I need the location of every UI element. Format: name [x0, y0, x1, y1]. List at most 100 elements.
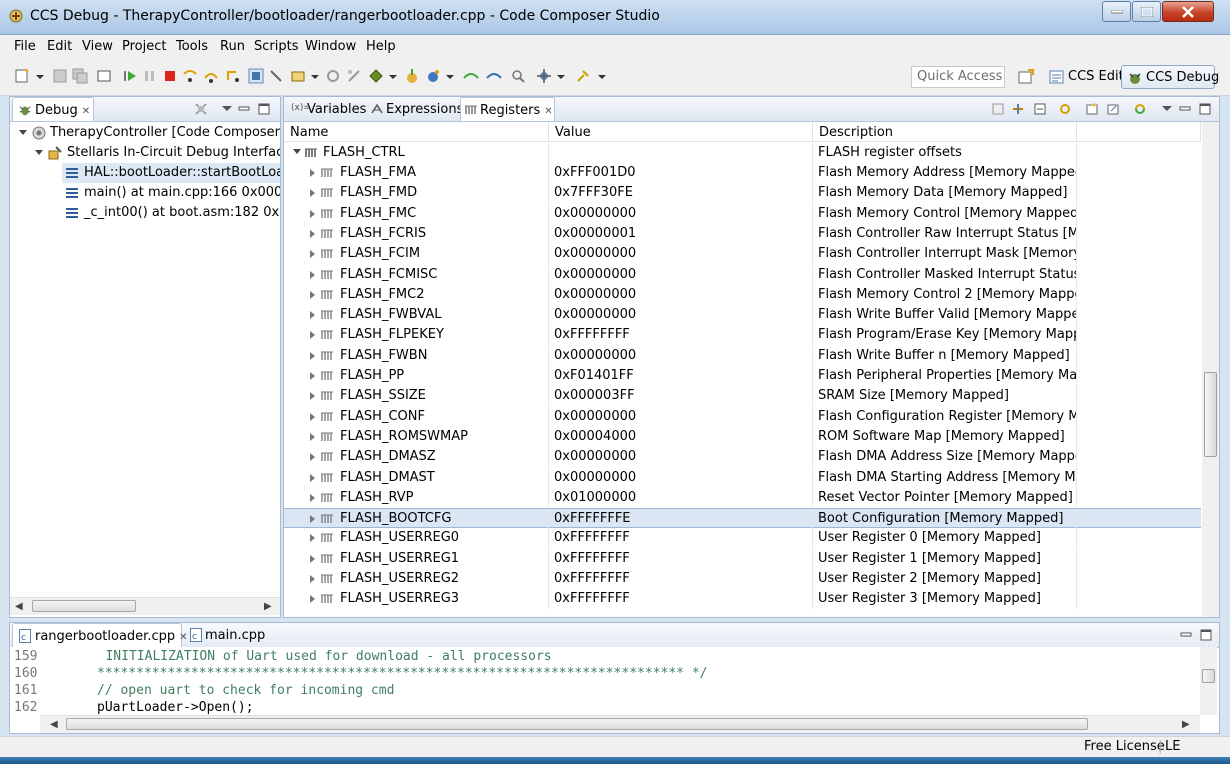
- expand-arrow-icon[interactable]: [310, 270, 315, 279]
- expand-arrow-icon[interactable]: [310, 534, 315, 543]
- register-value[interactable]: 0x00000000: [554, 287, 809, 302]
- expand-arrow-icon[interactable]: [310, 473, 315, 482]
- sync-icon[interactable]: [1134, 103, 1146, 115]
- menu-file[interactable]: File: [14, 39, 36, 54]
- scroll-right-icon[interactable]: ▶: [264, 601, 272, 612]
- restore-icon[interactable]: [96, 68, 112, 84]
- scroll-thumb[interactable]: [32, 600, 136, 612]
- register-row[interactable]: FLASH_FMD 0x7FFF30FE Flash Memory Data [Me…: [284, 183, 1201, 204]
- register-row[interactable]: FLASH_FMC 0x00000000 Flash Memory Control …: [284, 203, 1201, 224]
- register-row[interactable]: FLASH_PP 0xF01401FF Flash Peripheral Prope…: [284, 366, 1201, 386]
- register-value[interactable]: 0x00000000: [554, 409, 809, 424]
- tree-item-project[interactable]: TherapyController [Code Composer Stu: [10, 123, 280, 143]
- menu-help[interactable]: Help: [366, 39, 396, 54]
- disconnect-icon[interactable]: [346, 68, 362, 84]
- expand-arrow-icon[interactable]: [310, 493, 315, 502]
- new-dropdown-icon[interactable]: [36, 75, 44, 79]
- register-value[interactable]: 0x00000000: [554, 267, 809, 282]
- tab-debug[interactable]: Debug ✕: [12, 97, 94, 121]
- export-icon[interactable]: [1107, 103, 1119, 115]
- new-group-icon[interactable]: [1086, 103, 1098, 115]
- register-row[interactable]: FLASH_CONF 0x00000000 Flash Configuration …: [284, 406, 1201, 427]
- register-row[interactable]: FLASH_FWBVAL 0x00000000 Flash Write Buffer…: [284, 305, 1201, 326]
- number-format-icon[interactable]: [1012, 103, 1024, 115]
- register-row[interactable]: FLASH_USERREG0 0xFFFFFFFF User Register 0 …: [284, 528, 1201, 549]
- view-menu-icon[interactable]: [1162, 106, 1172, 111]
- terminate-icon[interactable]: [162, 68, 178, 84]
- menu-project[interactable]: Project: [122, 39, 166, 54]
- register-row[interactable]: FLASH_FLPEKEY 0xFFFFFFFF Flash Program/Era…: [284, 325, 1201, 346]
- expand-arrow-icon[interactable]: [310, 412, 315, 421]
- debug-launch-icon[interactable]: [425, 68, 441, 84]
- scroll-left-icon[interactable]: ◀: [50, 719, 58, 730]
- register-row[interactable]: FLASH_FCRIS 0x00000001 Flash Controller Ra…: [284, 223, 1201, 244]
- minimize-view-icon[interactable]: [1179, 103, 1191, 115]
- register-row[interactable]: FLASH_BOOTCFG 0xFFFFFFFE Boot Configuratio…: [284, 508, 1201, 530]
- expand-arrow-icon[interactable]: [310, 250, 315, 259]
- editor-vertical-scrollbar[interactable]: [1200, 647, 1217, 715]
- register-value[interactable]: 0x00000000: [554, 449, 809, 464]
- register-row[interactable]: FLASH_DMAST 0x00000000 Flash DMA Starting …: [284, 467, 1201, 488]
- register-value[interactable]: 0xFFFFFFFF: [554, 530, 809, 545]
- expand-arrow-icon[interactable]: [310, 189, 315, 198]
- save-all-icon[interactable]: [72, 68, 88, 84]
- expand-arrow-icon[interactable]: [310, 595, 315, 604]
- column-header-value[interactable]: Value: [549, 122, 813, 142]
- expand-arrow-icon[interactable]: [310, 290, 315, 299]
- scroll-thumb[interactable]: [66, 718, 1088, 730]
- remove-terminated-icon[interactable]: [195, 103, 207, 115]
- view-menu-icon[interactable]: [222, 106, 232, 111]
- run-to-line-icon[interactable]: [463, 68, 479, 84]
- save-icon[interactable]: [52, 68, 68, 84]
- expand-arrow-icon[interactable]: [310, 453, 315, 462]
- expand-arrow-icon[interactable]: [310, 209, 315, 218]
- expand-arrow-icon[interactable]: [293, 149, 301, 154]
- menu-scripts[interactable]: Scripts: [254, 39, 298, 54]
- scroll-thumb[interactable]: [1204, 372, 1217, 457]
- minimize-view-icon[interactable]: [238, 103, 250, 115]
- register-row[interactable]: FLASH_SSIZE 0x000003FF SRAM Size [Memory M…: [284, 386, 1201, 407]
- expand-arrow-icon[interactable]: [310, 515, 315, 524]
- load-dropdown-icon[interactable]: [389, 75, 397, 79]
- registers-vertical-scrollbar[interactable]: [1202, 122, 1219, 617]
- scroll-right-icon[interactable]: ▶: [1182, 719, 1190, 730]
- register-value[interactable]: 0xFFF001D0: [554, 165, 809, 180]
- register-value[interactable]: 0x00000000: [554, 206, 809, 221]
- register-value[interactable]: 0x00000000: [554, 348, 809, 363]
- menu-view[interactable]: View: [82, 39, 113, 54]
- perspective-ccs-edit[interactable]: CCS Edit: [1044, 65, 1124, 89]
- pin-icon[interactable]: [575, 68, 591, 84]
- step-into-icon[interactable]: [182, 68, 198, 84]
- scroll-thumb[interactable]: [1202, 669, 1215, 683]
- collapse-icon[interactable]: [1034, 103, 1046, 115]
- minimize-view-icon[interactable]: [1180, 629, 1192, 641]
- register-row[interactable]: FLASH_FWBN 0x00000000 Flash Write Buffer n…: [284, 345, 1201, 366]
- tab-expressions[interactable]: Expressions: [368, 97, 463, 121]
- tree-item-stack-frame-2[interactable]: _c_int00() at boot.asm:182 0x0003: [62, 203, 280, 223]
- register-row[interactable]: FLASH_DMASZ 0x00000000 Flash DMA Address S…: [284, 447, 1201, 468]
- step-over-icon[interactable]: [203, 68, 219, 84]
- register-row[interactable]: FLASH_FMC2 0x00000000 Flash Memory Control…: [284, 284, 1201, 305]
- register-value[interactable]: 0x00000001: [554, 226, 809, 241]
- register-row[interactable]: FLASH_ROMSWMAP 0x00004000 ROM Software Map…: [284, 426, 1201, 447]
- debug-config-icon[interactable]: [536, 68, 552, 84]
- search-icon[interactable]: [510, 68, 526, 84]
- pin-dropdown-icon[interactable]: [598, 75, 606, 79]
- register-value[interactable]: 0xFFFFFFFF: [554, 571, 809, 586]
- expand-arrow-icon[interactable]: [35, 150, 43, 155]
- reset-dropdown-icon[interactable]: [311, 75, 319, 79]
- minimize-button[interactable]: [1102, 1, 1131, 22]
- code-area[interactable]: 159 INITIALIZATION of Uart used for down…: [10, 647, 1200, 715]
- tab-main-cpp[interactable]: c main.cpp: [185, 623, 275, 647]
- expand-arrow-icon[interactable]: [310, 432, 315, 441]
- perspective-ccs-debug[interactable]: CCS Debug: [1121, 65, 1219, 89]
- column-header-description[interactable]: Description: [813, 122, 1077, 142]
- menu-edit[interactable]: Edit: [47, 39, 72, 54]
- expand-arrow-icon[interactable]: [310, 229, 315, 238]
- register-value[interactable]: 0x01000000: [554, 490, 809, 505]
- tree-item-stack-frame-1[interactable]: main() at main.cpp:166 0x000236: [62, 183, 280, 203]
- register-value[interactable]: 0x00000000: [554, 246, 809, 261]
- register-value[interactable]: 0x00000000: [554, 470, 809, 485]
- collapse-all-icon[interactable]: [992, 103, 1004, 115]
- step-return-icon[interactable]: [225, 68, 241, 84]
